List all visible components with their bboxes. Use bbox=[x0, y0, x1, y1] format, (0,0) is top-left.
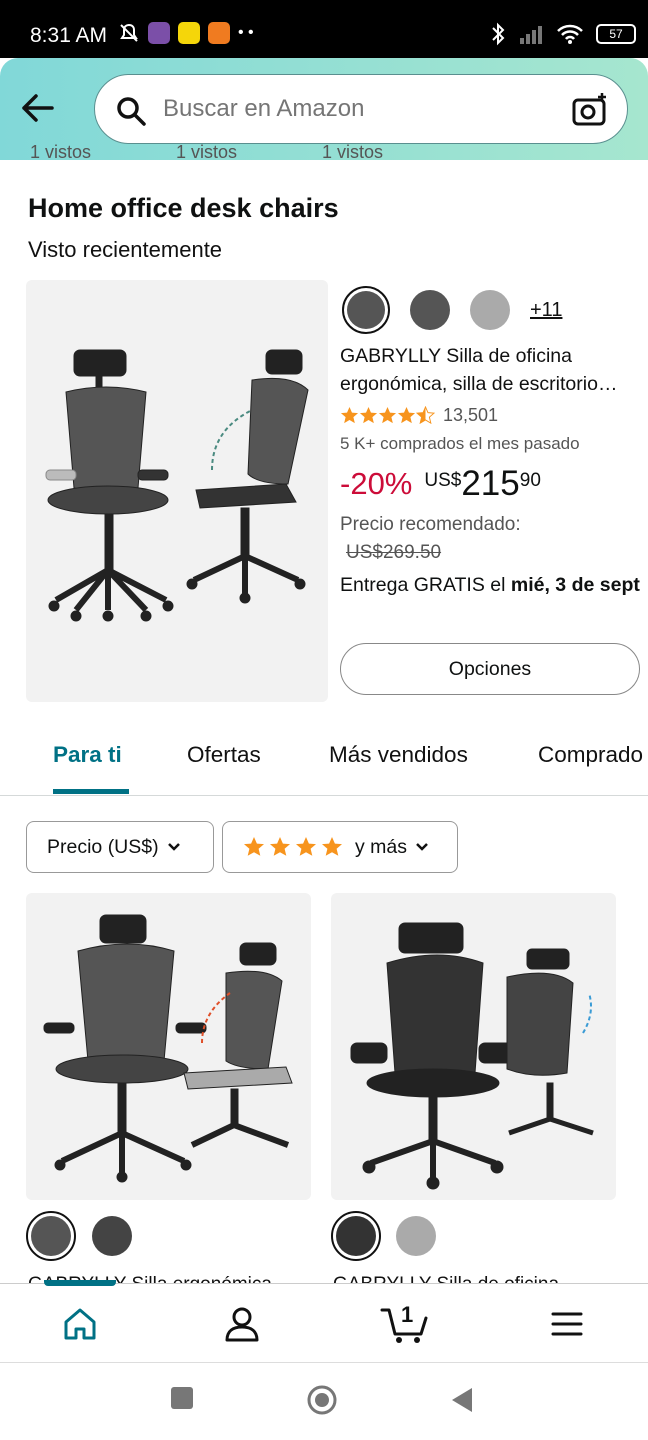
cart-count: 1 bbox=[401, 1302, 414, 1327]
discount-percent: -20% bbox=[340, 466, 413, 501]
bluetooth-icon bbox=[492, 22, 505, 46]
partial-label: 1 vistos bbox=[176, 142, 238, 160]
rating-row[interactable]: 13,501 bbox=[340, 405, 498, 426]
swatch-dark-gray-selected[interactable] bbox=[26, 1211, 76, 1261]
recents-button-icon[interactable] bbox=[170, 1386, 194, 1410]
search-icon bbox=[117, 97, 146, 126]
partial-label: 1 vistos bbox=[30, 142, 92, 160]
more-colors-link[interactable]: +11 bbox=[530, 299, 562, 322]
section-title: Home office desk chairs bbox=[28, 193, 339, 223]
product-image[interactable] bbox=[26, 280, 328, 702]
swatch-black-selected[interactable] bbox=[331, 1211, 381, 1261]
four-stars-icon bbox=[244, 837, 342, 856]
tab-comprado[interactable]: Comprado bbox=[538, 742, 643, 768]
swatch-light-gray[interactable] bbox=[470, 290, 510, 330]
app-icon bbox=[148, 22, 170, 44]
price-whole: 215 bbox=[461, 464, 520, 503]
price-filter[interactable]: Precio (US$) bbox=[26, 821, 214, 873]
product-title[interactable]: GABRYLLY Silla de oficina ergonómica, si… bbox=[340, 342, 640, 398]
tab-ofertas[interactable]: Ofertas bbox=[187, 742, 261, 768]
office-chair-image bbox=[45, 349, 309, 622]
bought-last-month: 5 K+ comprados el mes pasado bbox=[340, 434, 580, 453]
star-icon bbox=[378, 406, 397, 424]
more-dots-icon: • • bbox=[238, 24, 254, 41]
signal-icon bbox=[520, 26, 542, 44]
home-button-icon[interactable] bbox=[306, 1384, 338, 1416]
app-icon bbox=[208, 22, 230, 44]
office-chair-image bbox=[43, 914, 293, 1183]
back-button-icon[interactable] bbox=[450, 1386, 474, 1414]
price-currency: US$ bbox=[424, 470, 462, 491]
delivery-prefix: Entrega GRATIS el bbox=[340, 574, 511, 596]
partial-label: 1 vistos bbox=[322, 142, 384, 160]
grid-product-image[interactable] bbox=[26, 893, 311, 1200]
tab-para-ti[interactable]: Para ti bbox=[53, 742, 122, 768]
color-swatches: +11 bbox=[342, 286, 562, 334]
star-icon bbox=[397, 406, 416, 424]
office-chair-image bbox=[350, 922, 594, 1190]
system-icons: 57 bbox=[490, 22, 636, 46]
price-filter-label: Precio (US$) bbox=[47, 835, 159, 858]
system-navigation bbox=[0, 1364, 648, 1440]
rating-stars bbox=[340, 406, 435, 425]
search-bar[interactable] bbox=[94, 74, 628, 144]
wifi-icon bbox=[557, 24, 583, 44]
camera-search-icon[interactable] bbox=[571, 91, 609, 129]
product-title-line1: GABRYLLY Silla de oficina bbox=[340, 345, 572, 367]
rating-filter[interactable]: y más bbox=[222, 821, 458, 873]
recommended-price: US$269.50 bbox=[346, 542, 442, 563]
active-nav-indicator bbox=[44, 1280, 116, 1286]
options-button[interactable]: Opciones bbox=[340, 643, 640, 695]
home-icon[interactable] bbox=[58, 1302, 102, 1346]
swatch-dark-gray-selected[interactable] bbox=[342, 286, 390, 334]
menu-icon[interactable] bbox=[545, 1302, 589, 1346]
active-tab-indicator bbox=[53, 789, 129, 794]
price-cents: 90 bbox=[519, 470, 541, 491]
status-time: 8:31 AM bbox=[30, 24, 108, 47]
rating-filter-label: y más bbox=[355, 835, 408, 858]
notification-icons: • • bbox=[118, 22, 254, 44]
price-row: -20% US$ 215 90 bbox=[340, 466, 541, 502]
grid-product-image[interactable] bbox=[331, 893, 616, 1200]
swatch-light-gray[interactable] bbox=[396, 1216, 436, 1256]
recommended-price-label: Precio recomendado: bbox=[340, 514, 521, 535]
search-input[interactable] bbox=[163, 75, 553, 143]
rating-count: 13,501 bbox=[443, 405, 499, 425]
partially-visible-row: 1 vistos 1 vistos 1 vistos bbox=[0, 140, 648, 160]
delivery-date: mié, 3 de sept bbox=[510, 574, 640, 596]
status-bar: 8:31 AM • • 57 bbox=[0, 0, 648, 58]
snapchat-icon bbox=[178, 22, 200, 44]
mute-bell-icon bbox=[120, 23, 138, 42]
product-title-line2: ergonómica, silla de escritorio… bbox=[340, 373, 618, 395]
section-subtitle: Visto recientemente bbox=[28, 237, 223, 262]
star-icon bbox=[340, 406, 359, 424]
chevron-down-icon bbox=[167, 843, 180, 851]
battery-icon: 57 bbox=[596, 24, 636, 44]
account-icon[interactable] bbox=[220, 1302, 264, 1346]
half-star-icon bbox=[416, 406, 435, 425]
chevron-down-icon bbox=[416, 843, 428, 851]
delivery-info: Entrega GRATIS el mié, 3 de sept bbox=[340, 570, 640, 601]
swatch-dark[interactable] bbox=[92, 1216, 132, 1256]
swatch-gray[interactable] bbox=[410, 290, 450, 330]
category-tabs: Para ti Ofertas Más vendidos Comprado bbox=[0, 730, 648, 796]
bottom-navigation bbox=[0, 1280, 648, 1363]
tab-mas-vendidos[interactable]: Más vendidos bbox=[329, 742, 468, 768]
star-icon bbox=[359, 406, 378, 424]
back-arrow-icon[interactable] bbox=[18, 88, 58, 128]
